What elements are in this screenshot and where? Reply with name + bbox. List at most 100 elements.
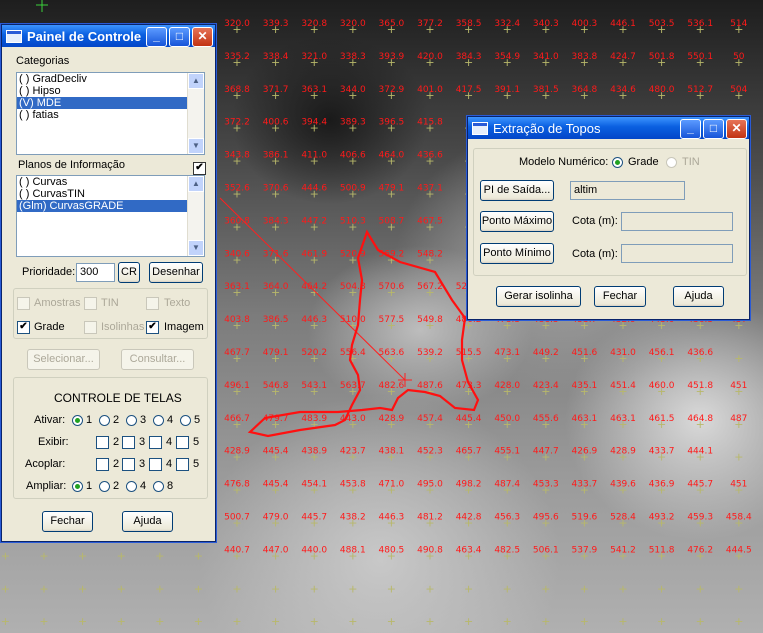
ativar-radio-1[interactable] — [72, 415, 83, 426]
pi-de-saida-button[interactable]: PI de Saída... — [480, 180, 554, 201]
tin-checkbox[interactable] — [84, 297, 97, 310]
ampliar-radio-1[interactable] — [72, 481, 83, 492]
grid-cross: + — [425, 615, 434, 628]
exibir-label: Exibir: — [38, 436, 69, 448]
elevation-value: 451 — [730, 381, 747, 391]
painel-title: Painel de Controle — [27, 28, 142, 44]
plano-item[interactable]: (Glm) CurvasGRADE — [17, 200, 204, 212]
categoria-item[interactable]: ( ) GradDecliv — [17, 73, 204, 85]
categorias-list[interactable]: ( ) GradDecliv( ) Hipso (V) MDE( ) fatias… — [16, 72, 205, 155]
maximize-icon[interactable]: □ — [703, 119, 724, 139]
elevation-value: 426.9 — [572, 447, 598, 457]
elevation-value: 384.3 — [263, 216, 289, 226]
topos-fechar-button[interactable]: Fechar — [594, 286, 646, 307]
elevation-value: 495.6 — [533, 513, 559, 523]
ampliar-num-2: 2 — [113, 480, 120, 492]
maximize-icon[interactable]: □ — [169, 27, 190, 47]
exibir-checkbox-4[interactable] — [149, 436, 162, 449]
plano-item[interactable]: ( ) Curvas — [17, 176, 204, 188]
minimize-icon[interactable]: _ — [680, 119, 701, 139]
exibir-checkbox-3[interactable] — [122, 436, 135, 449]
scroll-up-icon[interactable]: ▲ — [188, 176, 204, 192]
categorias-label: Categorias — [16, 55, 70, 67]
categoria-item[interactable]: ( ) fatias — [17, 109, 204, 121]
elevation-value: 483.9 — [301, 414, 327, 424]
topos-ajuda-button[interactable]: Ajuda — [673, 286, 724, 307]
ampliar-radio-2[interactable] — [99, 481, 110, 492]
elevation-value: 473.1 — [494, 348, 520, 358]
texto-checkbox[interactable] — [146, 297, 159, 310]
categoria-item[interactable]: ( ) Hipso — [17, 85, 204, 97]
acoplar-checkbox-5[interactable] — [176, 458, 189, 471]
elevation-value: 445.4 — [263, 480, 289, 490]
elevation-value: 461.5 — [649, 414, 675, 424]
elevation-value: 320.0 — [224, 19, 250, 29]
cr-button[interactable]: CR — [118, 262, 140, 283]
selecionar-button[interactable]: Selecionar... — [27, 349, 100, 370]
pi-de-saida-field[interactable]: altim — [570, 181, 685, 200]
ativar-radio-5[interactable] — [180, 415, 191, 426]
ajuda-button[interactable]: Ajuda — [122, 511, 173, 532]
consultar-button[interactable]: Consultar... — [121, 349, 194, 370]
acoplar-num-5: 5 — [193, 458, 200, 470]
elevation-value: 352.6 — [224, 184, 250, 194]
elevation-value: 465.7 — [456, 447, 482, 457]
ativar-radio-3[interactable] — [126, 415, 137, 426]
elevation-value: 456.3 — [494, 513, 520, 523]
grade-radio[interactable] — [612, 157, 623, 168]
cota-max-field[interactable] — [621, 212, 733, 231]
exibir-checkbox-5[interactable] — [176, 436, 189, 449]
ponto-maximo-button[interactable]: Ponto Máximo — [480, 211, 554, 232]
elevation-value: 456.1 — [649, 348, 675, 358]
extracao-de-topos-window: Extração de Topos _ □ ✕ Modelo Numérico:… — [467, 116, 750, 320]
ampliar-label: Ampliar: — [26, 480, 67, 492]
ativar-radio-4[interactable] — [153, 415, 164, 426]
ampliar-radio-4[interactable] — [126, 481, 137, 492]
close-icon[interactable]: ✕ — [192, 27, 213, 47]
elevation-value: 479.1 — [263, 348, 289, 358]
elevation-value: 428.0 — [494, 381, 520, 391]
acoplar-checkbox-3[interactable] — [122, 458, 135, 471]
elevation-value: 493.2 — [649, 513, 675, 523]
elevation-value: 431.0 — [610, 348, 636, 358]
grade-checkbox[interactable]: ✔ — [17, 321, 30, 334]
scroll-up-icon[interactable]: ▲ — [188, 73, 204, 89]
minimize-icon[interactable]: _ — [146, 27, 167, 47]
elevation-value: 394.4 — [301, 118, 327, 128]
elevation-value: 368.8 — [224, 85, 250, 95]
close-icon[interactable]: ✕ — [726, 119, 747, 139]
ampliar-radio-8[interactable] — [153, 481, 164, 492]
scroll-down-icon[interactable]: ▼ — [188, 138, 204, 154]
planos-scrollbar[interactable]: ▲ ▼ — [187, 176, 204, 256]
categorias-scrollbar[interactable]: ▲ ▼ — [187, 73, 204, 154]
elevation-value: 549.8 — [417, 315, 443, 325]
grid-cross: + — [39, 615, 48, 628]
plano-item[interactable]: ( ) CurvasTIN — [17, 188, 204, 200]
elevation-value: 452.3 — [417, 447, 443, 457]
imagem-checkbox[interactable]: ✔ — [146, 321, 159, 334]
amostras-checkbox[interactable] — [17, 297, 30, 310]
cota-min-field[interactable] — [621, 244, 733, 263]
elevation-value: 384.3 — [456, 52, 482, 62]
acoplar-checkbox-4[interactable] — [149, 458, 162, 471]
elevation-value: 428.9 — [610, 447, 636, 457]
tin-radio[interactable] — [666, 157, 677, 168]
topos-title-bar[interactable]: Extração de Topos _ □ ✕ — [468, 117, 749, 139]
exibir-checkbox-2[interactable] — [96, 436, 109, 449]
ativar-radio-2[interactable] — [99, 415, 110, 426]
elevation-value: 487 — [730, 414, 747, 424]
painel-title-bar[interactable]: Painel de Controle _ □ ✕ — [2, 25, 215, 47]
scroll-down-icon[interactable]: ▼ — [188, 240, 204, 256]
acoplar-checkbox-2[interactable] — [96, 458, 109, 471]
desenhar-button[interactable]: Desenhar — [149, 262, 203, 283]
grid-cross: + — [618, 615, 627, 628]
isolinhas-checkbox[interactable] — [84, 321, 97, 334]
planos-list[interactable]: ( ) Curvas( ) CurvasTIN (Glm) CurvasGRADE… — [16, 175, 205, 257]
fechar-button[interactable]: Fechar — [42, 511, 93, 532]
planos-check-icon[interactable]: ✔ — [193, 162, 206, 175]
elevation-value: 463.1 — [572, 414, 598, 424]
ponto-minimo-button[interactable]: Ponto Mínimo — [480, 243, 554, 264]
categoria-item[interactable]: (V) MDE — [17, 97, 204, 109]
prioridade-input[interactable]: 300 — [76, 263, 115, 282]
gerar-isolinha-button[interactable]: Gerar isolinha — [496, 286, 581, 307]
